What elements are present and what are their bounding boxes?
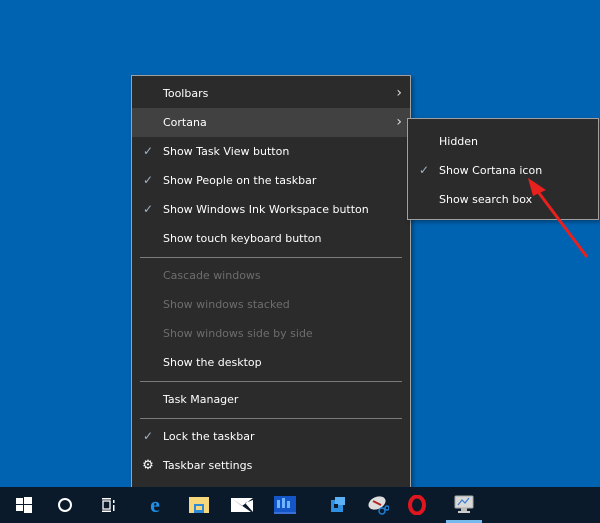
app-cube-taskbar-button[interactable]	[320, 487, 356, 523]
menu-item-label: Taskbar settings	[163, 459, 253, 472]
menu-item-label: Show windows stacked	[163, 298, 290, 311]
gear-icon: ⚙	[142, 458, 154, 473]
opera-taskbar-button[interactable]	[399, 487, 435, 523]
menu-item-label: Show the desktop	[163, 356, 262, 369]
snipping-tool-icon	[368, 496, 389, 515]
menu-separator	[140, 418, 402, 419]
file-explorer-taskbar-button[interactable]	[181, 487, 217, 523]
folder-icon	[189, 497, 209, 513]
menu-item-task-manager[interactable]: Task Manager	[132, 385, 410, 414]
menu-item-label: Show Task View button	[163, 145, 290, 158]
checkmark-icon: ✓	[142, 202, 154, 216]
menu-item-show-windows-side-by-side: Show windows side by side	[132, 319, 410, 348]
menu-item-label: Cortana	[163, 116, 207, 129]
monitor-icon	[454, 495, 474, 513]
start-button[interactable]	[6, 487, 42, 523]
cortana-button[interactable]	[47, 487, 83, 523]
menu-separator	[140, 381, 402, 382]
checkmark-icon: ✓	[142, 429, 154, 443]
menu-item-show-task-view-button[interactable]: ✓ Show Task View button	[132, 137, 410, 166]
taskbar-context-menu: Toolbars › Cortana › ✓ Show Task View button ✓…	[131, 75, 411, 497]
submenu-item-show-search-box[interactable]: Show search box	[408, 185, 598, 214]
checkmark-icon: ✓	[142, 173, 154, 187]
menu-item-label: Task Manager	[163, 393, 239, 406]
submenu-item-show-cortana-icon[interactable]: ✓ Show Cortana icon	[408, 156, 598, 185]
submenu-item-label: Show search box	[439, 193, 533, 206]
chevron-right-icon: ›	[396, 114, 402, 130]
task-view-icon	[102, 498, 115, 512]
edge-icon: e	[150, 492, 160, 517]
submenu-item-label: Show Cortana icon	[439, 164, 543, 177]
menu-item-show-windows-stacked: Show windows stacked	[132, 290, 410, 319]
mail-icon	[231, 498, 253, 512]
app-chart-taskbar-button[interactable]	[267, 487, 303, 523]
menu-item-toolbars[interactable]: Toolbars ›	[132, 79, 410, 108]
opera-icon	[408, 495, 426, 515]
app-cube-icon	[331, 497, 345, 512]
chevron-right-icon: ›	[396, 85, 402, 101]
menu-item-label: Show Windows Ink Workspace button	[163, 203, 369, 216]
menu-item-show-people-on-the-taskbar[interactable]: ✓ Show People on the taskbar	[132, 166, 410, 195]
checkmark-icon: ✓	[142, 144, 154, 158]
menu-item-label: Toolbars	[163, 87, 209, 100]
menu-item-show-windows-ink-workspace-button[interactable]: ✓ Show Windows Ink Workspace button	[132, 195, 410, 224]
cortana-circle-icon	[58, 498, 72, 512]
edge-taskbar-button[interactable]: e	[137, 487, 173, 523]
windows-logo-icon	[16, 497, 32, 513]
submenu-item-hidden[interactable]: Hidden	[408, 127, 598, 156]
menu-item-cascade-windows: Cascade windows	[132, 261, 410, 290]
cortana-submenu: Hidden ✓ Show Cortana icon Show search box	[407, 118, 599, 220]
task-view-button[interactable]	[90, 487, 126, 523]
menu-item-label: Show windows side by side	[163, 327, 313, 340]
menu-item-show-the-desktop[interactable]: Show the desktop	[132, 348, 410, 377]
mail-taskbar-button[interactable]	[224, 487, 260, 523]
menu-item-taskbar-settings[interactable]: ⚙ Taskbar settings	[132, 451, 410, 480]
menu-item-lock-the-taskbar[interactable]: ✓ Lock the taskbar	[132, 422, 410, 451]
remote-desktop-taskbar-button[interactable]	[446, 487, 482, 523]
menu-item-label: Cascade windows	[163, 269, 261, 282]
checkmark-icon: ✓	[418, 163, 430, 177]
menu-item-label: Show People on the taskbar	[163, 174, 317, 187]
snipping-tool-taskbar-button[interactable]	[360, 487, 396, 523]
menu-item-label: Show touch keyboard button	[163, 232, 322, 245]
menu-item-cortana[interactable]: Cortana ›	[132, 108, 410, 137]
taskbar: e	[0, 487, 600, 523]
menu-separator	[140, 257, 402, 258]
menu-item-show-touch-keyboard-button[interactable]: Show touch keyboard button	[132, 224, 410, 253]
submenu-item-label: Hidden	[439, 135, 479, 148]
menu-item-label: Lock the taskbar	[163, 430, 255, 443]
app-chart-icon	[274, 496, 296, 514]
